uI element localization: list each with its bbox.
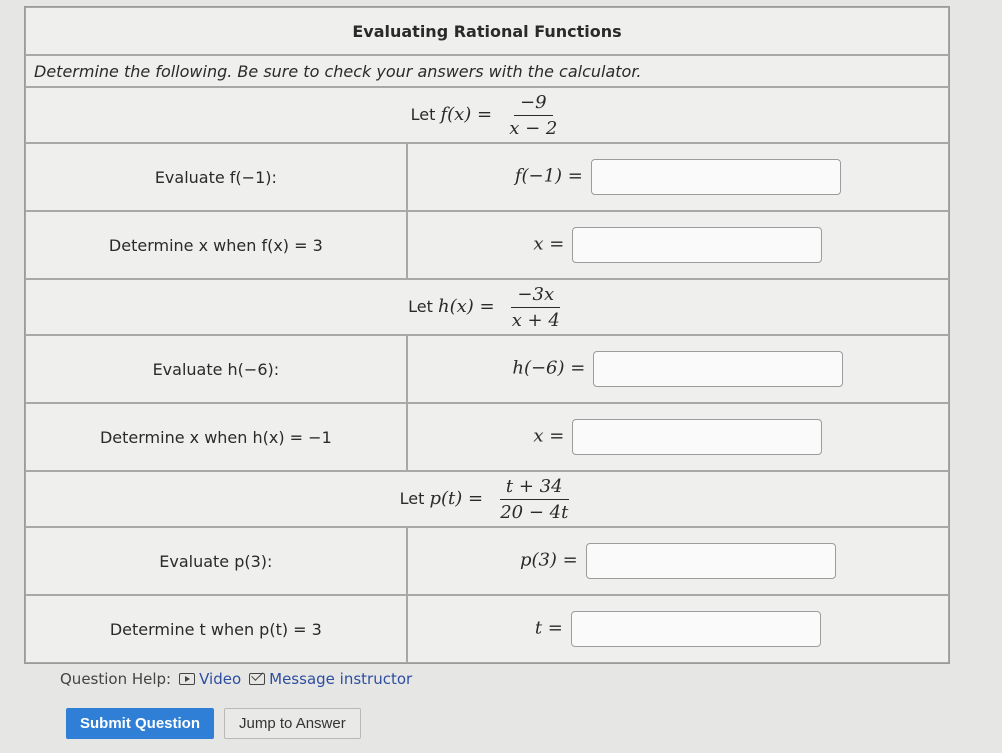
- prompt-p-solve: Determine t when p(t) = 3: [25, 595, 407, 663]
- question-table: Evaluating Rational Functions Determine …: [24, 6, 950, 664]
- answer-input-h-solve[interactable]: [572, 419, 823, 455]
- answer-cell: h(−6) =: [406, 335, 949, 403]
- definition-p: Let p(t) = t + 34 20 − 4t: [25, 471, 949, 527]
- definition-f: Let f(x) = −9 x − 2: [25, 87, 949, 143]
- answer-cell: f(−1) =: [406, 143, 949, 211]
- answer-cell: x =: [406, 403, 949, 471]
- answer-cell: p(3) =: [406, 527, 949, 595]
- mail-icon: [249, 673, 266, 685]
- prompt-h-solve: Determine x when h(x) = −1: [25, 403, 407, 471]
- prompt-h-eval: Evaluate h(−6):: [25, 335, 407, 403]
- answer-cell: t =: [406, 595, 949, 663]
- jump-to-answer-button[interactable]: Jump to Answer: [224, 708, 361, 739]
- video-icon: [179, 673, 196, 685]
- question-title: Evaluating Rational Functions: [25, 7, 949, 55]
- answer-input-f-eval[interactable]: [590, 159, 841, 195]
- definition-h: Let h(x) = −3x x + 4: [25, 279, 949, 335]
- question-help: Question Help: Video Message instructor: [60, 670, 412, 688]
- prompt-p-eval: Evaluate p(3):: [25, 527, 407, 595]
- prompt-f-eval: Evaluate f(−1):: [25, 143, 407, 211]
- answer-input-h-eval[interactable]: [593, 351, 844, 387]
- question-help-label: Question Help:: [60, 670, 172, 688]
- prompt-f-solve: Determine x when f(x) = 3: [25, 211, 407, 279]
- answer-input-p-eval[interactable]: [585, 543, 836, 579]
- submit-question-button[interactable]: Submit Question: [66, 708, 214, 739]
- action-buttons: Submit Question Jump to Answer: [66, 708, 361, 739]
- question-panel: Evaluating Rational Functions Determine …: [24, 6, 950, 664]
- answer-input-p-solve[interactable]: [570, 611, 821, 647]
- answer-input-f-solve[interactable]: [572, 227, 823, 263]
- message-instructor-link[interactable]: Message instructor: [249, 670, 412, 688]
- video-link[interactable]: Video: [179, 670, 241, 688]
- instructions: Determine the following. Be sure to chec…: [25, 55, 949, 87]
- answer-cell: x =: [406, 211, 949, 279]
